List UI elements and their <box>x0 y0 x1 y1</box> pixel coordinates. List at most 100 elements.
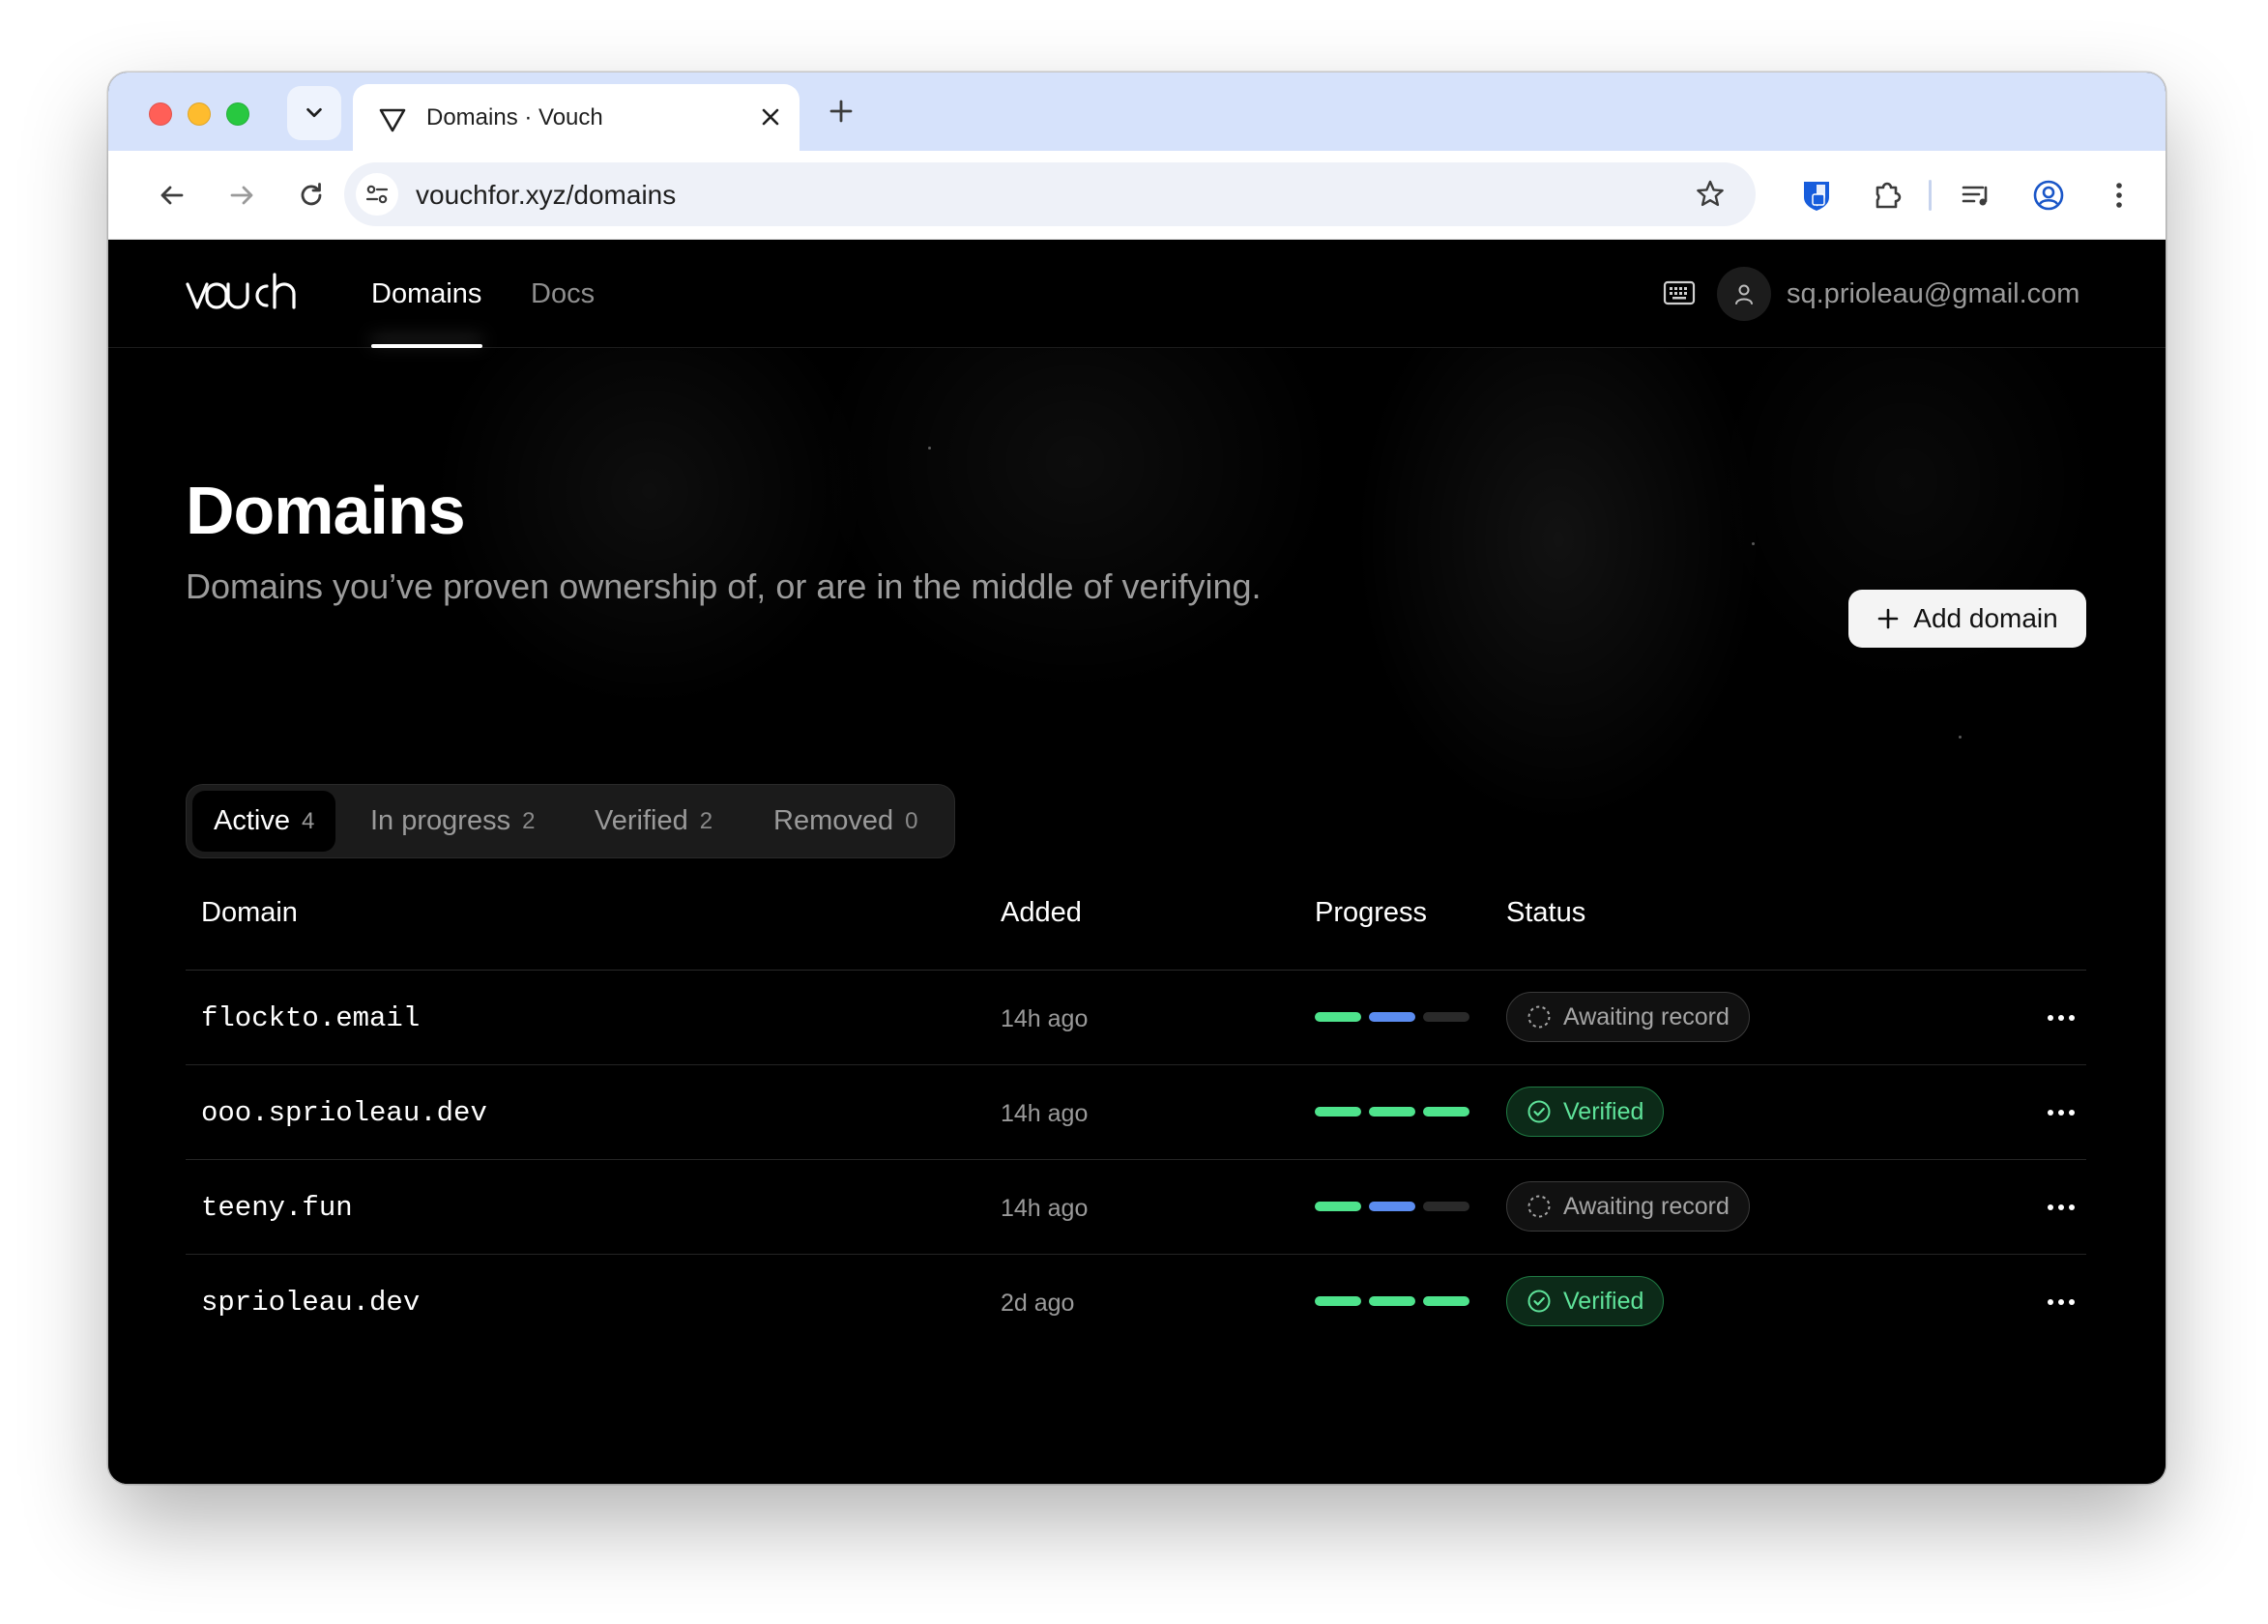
user-email[interactable]: sq.prioleau@gmail.com <box>1787 278 2079 310</box>
filter-tab-active[interactable]: Active 4 <box>192 791 336 852</box>
reading-list-button[interactable] <box>1955 174 1997 217</box>
background-star <box>1959 736 1962 739</box>
reload-icon <box>301 183 322 206</box>
status-badge: Awaiting record <box>1506 1181 1750 1232</box>
keyboard-icon[interactable] <box>1663 278 1696 307</box>
status-label: Awaiting record <box>1563 1002 1730 1030</box>
table-row[interactable]: teeny.fun 14h ago Awaiting record <box>186 1160 2086 1255</box>
tab-search-button[interactable] <box>287 86 341 140</box>
profile-button[interactable] <box>2027 174 2070 217</box>
domain-name: sprioleau.dev <box>201 1287 421 1319</box>
column-header-status: Status <box>1506 897 1586 928</box>
address-bar[interactable]: vouchfor.xyz/domains <box>344 162 1756 226</box>
progress-step <box>1315 1296 1361 1306</box>
progress-step <box>1369 1202 1415 1211</box>
progress-step <box>1315 1012 1361 1022</box>
background-star <box>1752 542 1755 545</box>
bitwarden-extension-button[interactable] <box>1795 174 1838 217</box>
reading-list-icon <box>1962 186 1988 206</box>
browser-window: Domains · Vouch vouchfor.xyz/domains Dom… <box>108 72 2166 1484</box>
progress-steps <box>1315 1296 1469 1306</box>
vouch-favicon-icon <box>379 108 406 132</box>
close-icon[interactable] <box>757 103 784 130</box>
filter-tab-label: Verified <box>595 805 688 836</box>
filter-tab-label: Active <box>214 805 290 836</box>
vouch-logo[interactable] <box>186 271 311 313</box>
check-circle-icon <box>1527 1100 1551 1123</box>
row-actions-button[interactable] <box>2042 1193 2080 1222</box>
progress-step <box>1423 1202 1469 1211</box>
added-time: 14h ago <box>1001 1195 1089 1222</box>
status-label: Verified <box>1563 1287 1644 1315</box>
page-subtitle: Domains you’ve proven ownership of, or a… <box>186 566 1262 606</box>
dashed-circle-icon <box>1527 1005 1551 1029</box>
close-window-button[interactable] <box>149 102 172 126</box>
add-domain-button[interactable]: Add domain <box>1848 590 2086 648</box>
column-header-progress: Progress <box>1315 897 1428 928</box>
user-icon <box>1735 284 1753 304</box>
back-arrow-icon <box>160 186 184 205</box>
progress-steps <box>1315 1202 1469 1211</box>
progress-step <box>1423 1296 1469 1306</box>
add-domain-label: Add domain <box>1913 603 2058 633</box>
puzzle-extensions-icon <box>1875 182 1902 209</box>
ellipsis-icon <box>2048 1110 2075 1116</box>
column-header-added: Added <box>1001 897 1082 928</box>
filter-tab-label: In progress <box>370 805 511 836</box>
status-badge: Verified <box>1506 1276 1665 1326</box>
filter-tab-count: 4 <box>301 807 315 834</box>
forward-arrow-icon <box>230 186 253 205</box>
progress-steps <box>1315 1107 1469 1116</box>
app-header: Domains Docs sq.prioleau@gmail.com <box>108 240 2166 348</box>
added-time: 14h ago <box>1001 1100 1089 1127</box>
dashed-circle-icon <box>1527 1195 1551 1218</box>
progress-step <box>1315 1107 1361 1116</box>
forward-button[interactable] <box>222 176 261 215</box>
progress-step <box>1423 1107 1469 1116</box>
ellipsis-icon <box>2048 1299 2075 1305</box>
browser-menu-button[interactable] <box>2098 174 2140 217</box>
tab-strip: Domains · Vouch <box>108 72 2166 151</box>
back-button[interactable] <box>153 176 191 215</box>
row-actions-button[interactable] <box>2042 1288 2080 1317</box>
domain-name: flockto.email <box>201 1002 421 1034</box>
filter-tab-verified[interactable]: Verified 2 <box>573 791 734 852</box>
added-time: 2d ago <box>1001 1290 1075 1317</box>
status-label: Verified <box>1563 1097 1644 1125</box>
progress-steps <box>1315 1012 1469 1022</box>
new-tab-button[interactable] <box>826 96 857 127</box>
browser-toolbar: vouchfor.xyz/domains <box>108 151 2166 240</box>
toolbar-divider <box>1929 180 1932 211</box>
table-body: flockto.email 14h ago Awaiting record oo… <box>186 971 2086 1357</box>
avatar[interactable] <box>1717 267 1771 321</box>
progress-step <box>1369 1012 1415 1022</box>
page-title: Domains <box>186 473 466 548</box>
browser-tab[interactable]: Domains · Vouch <box>353 84 800 151</box>
progress-step <box>1315 1202 1361 1211</box>
filter-tab-removed[interactable]: Removed 0 <box>752 791 939 852</box>
column-header-domain: Domain <box>201 897 298 928</box>
table-row[interactable]: ooo.sprioleau.dev 14h ago Verified <box>186 1065 2086 1160</box>
extensions-button[interactable] <box>1867 174 1909 217</box>
site-info-button[interactable] <box>356 173 398 216</box>
filter-tab-count: 2 <box>699 807 713 834</box>
status-badge: Awaiting record <box>1506 992 1750 1042</box>
nav-docs[interactable]: Docs <box>531 278 595 310</box>
row-actions-button[interactable] <box>2042 1098 2080 1127</box>
row-actions-button[interactable] <box>2042 1003 2080 1032</box>
nav-active-indicator <box>371 344 482 348</box>
filter-tabs: Active 4 In progress 2 Verified 2 Removed 0 <box>186 784 955 858</box>
check-circle-icon <box>1527 1290 1551 1313</box>
filter-tab-in-progress[interactable]: In progress 2 <box>349 791 556 852</box>
bookmark-star-icon[interactable] <box>1694 178 1727 211</box>
table-row[interactable]: flockto.email 14h ago Awaiting record <box>186 971 2086 1065</box>
zoom-window-button[interactable] <box>226 102 249 126</box>
progress-step <box>1369 1296 1415 1306</box>
status-badge: Verified <box>1506 1087 1665 1137</box>
domain-name: ooo.sprioleau.dev <box>201 1097 487 1129</box>
table-row[interactable]: sprioleau.dev 2d ago Verified <box>186 1255 2086 1349</box>
reload-button[interactable] <box>292 176 331 215</box>
minimize-window-button[interactable] <box>188 102 211 126</box>
nav-domains[interactable]: Domains <box>371 278 481 310</box>
kebab-menu-icon <box>2116 183 2122 208</box>
